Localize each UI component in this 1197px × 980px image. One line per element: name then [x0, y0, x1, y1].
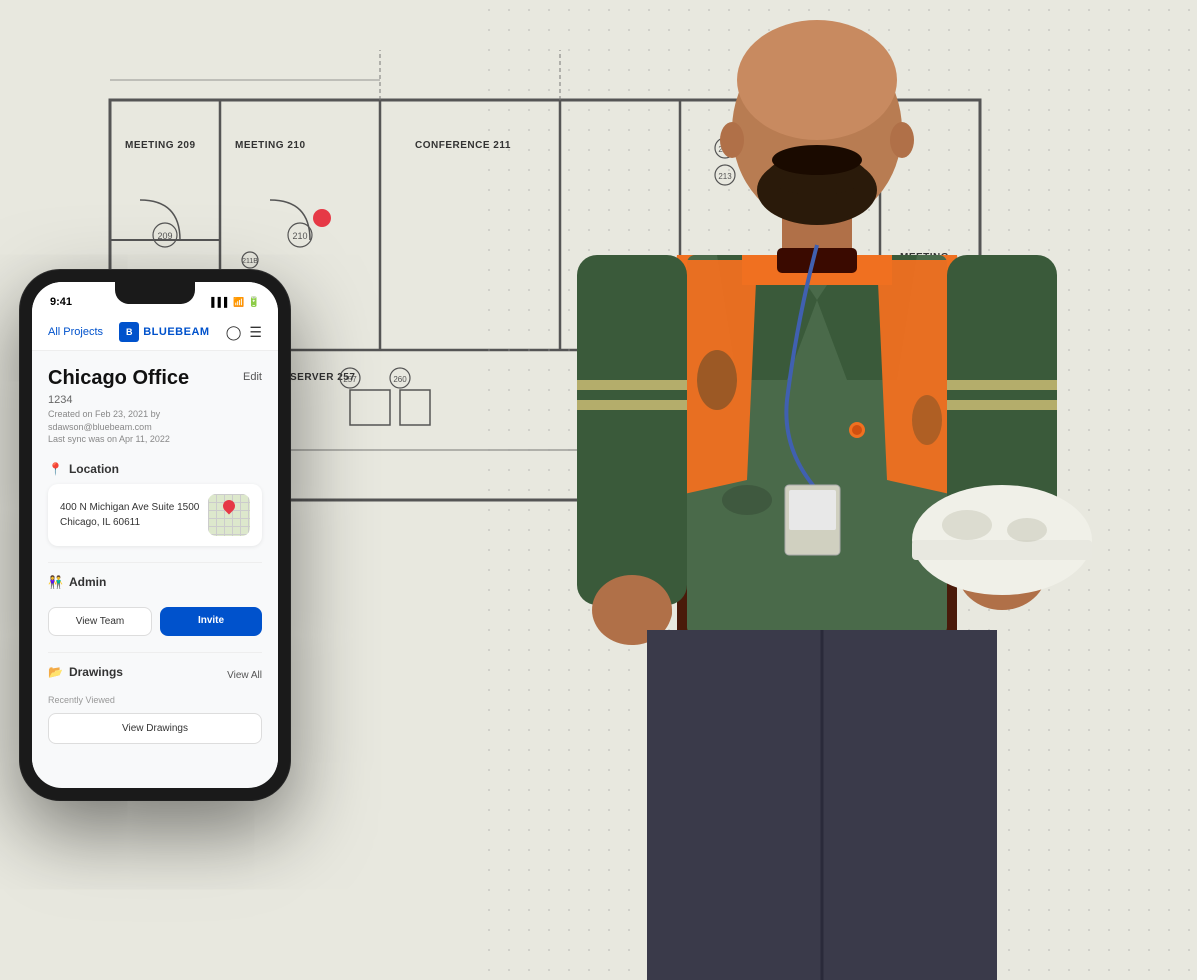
location-address: 400 N Michigan Ave Suite 1500 Chicago, I…	[60, 500, 199, 530]
svg-text:211B: 211B	[242, 258, 258, 265]
section-divider	[48, 562, 262, 563]
project-title: Chicago Office	[48, 367, 189, 390]
phone-notch	[115, 282, 195, 304]
nav-action-icons: ◯ ☰	[226, 324, 262, 341]
project-id: 1234	[48, 394, 262, 406]
location-section-label: 📍 Location	[48, 462, 262, 476]
svg-text:260: 260	[393, 375, 407, 384]
location-card: 400 N Michigan Ave Suite 1500 Chicago, I…	[48, 484, 262, 546]
drawings-label: 📂 Drawings	[48, 665, 123, 679]
phone-outer-frame: 9:41 ▌▌▌ 📶 🔋 All Projects B BLUEBEAM	[20, 270, 290, 800]
view-drawings-button[interactable]: View Drawings	[48, 713, 262, 744]
bluebeam-logo-text: BLUEBEAM	[143, 326, 209, 338]
bluebeam-icon: B	[119, 322, 139, 342]
drawings-section-header: 📂 Drawings View All	[48, 665, 262, 687]
svg-text:257: 257	[343, 375, 357, 384]
view-team-button[interactable]: View Team	[48, 607, 152, 636]
view-all-link[interactable]: View All	[227, 670, 262, 681]
svg-text:209: 209	[157, 231, 172, 241]
phone-screen: 9:41 ▌▌▌ 📶 🔋 All Projects B BLUEBEAM	[32, 282, 278, 788]
project-created-meta: Created on Feb 23, 2021 by sdawson@blueb…	[48, 408, 262, 446]
phone-mockup: 9:41 ▌▌▌ 📶 🔋 All Projects B BLUEBEAM	[20, 270, 290, 800]
project-title-row: Chicago Office Edit	[48, 367, 262, 390]
all-projects-link[interactable]: All Projects	[48, 326, 103, 338]
admin-section-header: 👫 Admin	[48, 575, 262, 597]
map-thumbnail[interactable]	[208, 494, 250, 536]
signal-icon: ▌▌▌	[211, 297, 230, 307]
drawings-icon: 📂	[48, 665, 63, 679]
admin-label: 👫 Admin	[48, 575, 106, 589]
recently-viewed-label: Recently Viewed	[48, 695, 262, 705]
profile-icon[interactable]: ◯	[226, 324, 242, 341]
svg-text:MEETING 209: MEETING 209	[125, 140, 196, 151]
section-divider-2	[48, 652, 262, 653]
admin-icon: 👫	[48, 575, 63, 589]
construction-worker-image	[447, 0, 1197, 980]
admin-button-row: View Team Invite	[48, 607, 262, 636]
svg-text:210: 210	[292, 231, 307, 241]
phone-nav-bar: All Projects B BLUEBEAM ◯ ☰	[32, 314, 278, 351]
wifi-icon: 📶	[233, 297, 244, 308]
status-time: 9:41	[50, 296, 72, 308]
menu-icon[interactable]: ☰	[249, 324, 262, 341]
invite-button[interactable]: Invite	[160, 607, 262, 636]
bluebeam-logo: B BLUEBEAM	[119, 322, 209, 342]
location-icon: 📍	[48, 462, 63, 476]
status-icons: ▌▌▌ 📶 🔋	[211, 297, 260, 308]
edit-link[interactable]: Edit	[243, 371, 262, 383]
battery-icon: 🔋	[248, 297, 260, 308]
svg-text:MEETING 210: MEETING 210	[235, 140, 306, 151]
phone-content-area: Chicago Office Edit 1234 Created on Feb …	[32, 351, 278, 777]
